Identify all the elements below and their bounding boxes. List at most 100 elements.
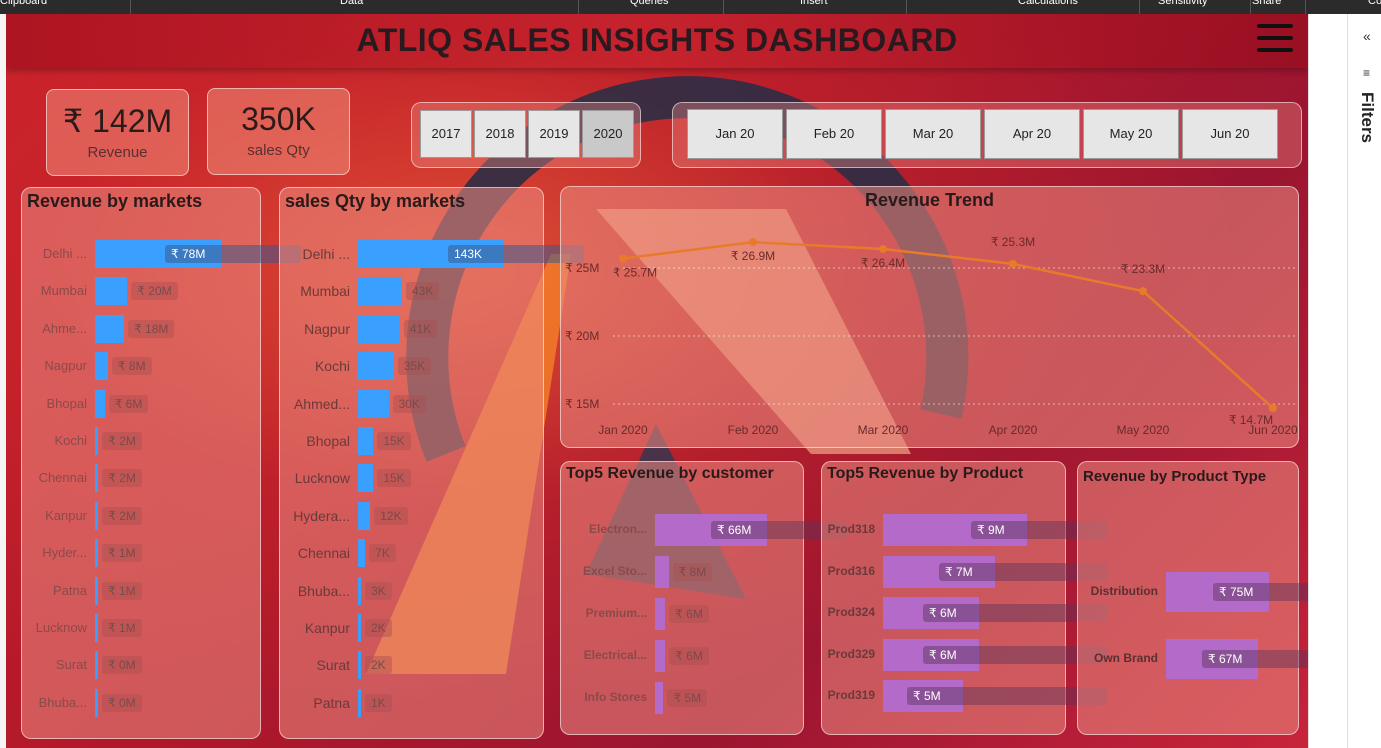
qty-by-markets-title: sales Qty by markets: [285, 191, 466, 211]
bar-row: Nagpur ₹ 8M: [22, 352, 301, 381]
bar-category-label: Patna: [53, 582, 87, 598]
double-chevron-left-icon[interactable]: «: [1363, 28, 1371, 44]
bar-mark[interactable]: [358, 389, 389, 418]
ribbon-group-4[interactable]: Calculations: [1018, 0, 1078, 8]
bar-mark[interactable]: [95, 688, 98, 717]
bar-mark[interactable]: [358, 614, 361, 642]
bar-row: Prod316 ₹ 7M: [822, 555, 1107, 588]
filters-pane: « ≡ Filters: [1308, 14, 1381, 748]
month-button-1[interactable]: Feb 20: [786, 109, 882, 159]
year-button-2017[interactable]: 2017: [420, 110, 472, 158]
bar-mark[interactable]: [358, 427, 374, 455]
bar-mark[interactable]: [655, 598, 666, 630]
ribbon-group-3[interactable]: Insert: [800, 0, 828, 8]
ribbon-group-6[interactable]: Share: [1252, 0, 1281, 8]
year-button-2018[interactable]: 2018: [474, 110, 526, 158]
trend-point-label: ₹ 23.3M: [1121, 262, 1165, 276]
bar-data-label: 2K: [365, 619, 392, 637]
bar-data-label: ₹ 0M: [102, 693, 142, 712]
month-button-2[interactable]: Mar 20: [885, 109, 981, 159]
revenue-trend-line: [622, 240, 1274, 410]
bar-category-label: Nagpur: [44, 358, 87, 374]
bar-mark[interactable]: [95, 389, 105, 418]
ribbon-separator: [578, 0, 579, 14]
bar-mark[interactable]: [95, 501, 99, 530]
bar-row: Electrical... ₹ 6M: [561, 640, 847, 672]
sales-qty-kpi-label: sales Qty: [247, 142, 310, 159]
top5-customer-title: Top5 Revenue by customer: [566, 465, 774, 482]
bar-row: Own Brand ₹ 67M: [1078, 639, 1308, 679]
bar-mark[interactable]: [358, 651, 361, 680]
month-button-0[interactable]: Jan 20: [687, 109, 783, 159]
bar-mark[interactable]: [358, 277, 402, 306]
bar-category-label: Prod329: [827, 646, 875, 661]
ribbon-group-5[interactable]: Sensitivity: [1158, 0, 1208, 8]
trend-point-label: ₹ 14.7M: [1229, 413, 1273, 427]
year-button-2020[interactable]: 2020: [582, 110, 634, 158]
bar-mark[interactable]: [95, 651, 98, 680]
bar-category-label: Delhi ...: [302, 246, 350, 262]
bar-category-label: Hydera...: [293, 507, 350, 524]
revenue-by-markets-title: Revenue by markets: [27, 191, 203, 211]
trend-point: [1269, 404, 1277, 413]
y-tick-label: ₹ 15M: [565, 397, 599, 411]
bar-category-label: Excel Sto...: [582, 564, 647, 578]
month-button-3[interactable]: Apr 20: [984, 109, 1080, 159]
ribbon-group-0[interactable]: Clipboard: [0, 0, 47, 8]
bar-mark[interactable]: [358, 501, 371, 530]
ribbon-separator: [1305, 0, 1306, 14]
y-tick-label: ₹ 25M: [565, 261, 599, 275]
filters-divider: [1347, 14, 1348, 748]
ribbon-group-1[interactable]: Data: [340, 0, 363, 8]
ribbon-group-7[interactable]: Co: [1368, 0, 1381, 8]
bar-mark[interactable]: [95, 614, 98, 642]
bar-mark[interactable]: [358, 539, 366, 568]
bar-mark[interactable]: [655, 682, 664, 714]
x-tick-label: Jan 2020: [598, 423, 648, 437]
year-button-2019[interactable]: 2019: [528, 110, 580, 158]
bar-category-label: Lucknow: [35, 620, 87, 635]
bar-data-label: 15K: [377, 432, 411, 450]
bar-category-label: Ahmed...: [293, 395, 350, 412]
revenue-by-markets-panel: Revenue by markets Delhi ... ₹ 78M Mumbai ₹…: [21, 187, 301, 739]
month-button-4[interactable]: May 20: [1083, 109, 1179, 159]
bar-mark[interactable]: [358, 464, 374, 493]
bar-category-label: Kochi: [314, 358, 350, 375]
month-button-5[interactable]: Jun 20: [1182, 109, 1278, 159]
trend-point-label: ₹ 25.3M: [991, 235, 1035, 249]
bar-mark[interactable]: [358, 352, 394, 381]
hamburger-menu-icon[interactable]: [1257, 24, 1293, 54]
bar-mark[interactable]: [655, 640, 666, 672]
ribbon-group-2[interactable]: Queries: [630, 0, 669, 8]
bar-data-label: ₹ 1M: [102, 581, 142, 600]
bar-row: Bhopal 15K: [280, 427, 584, 455]
bar-data-label: ₹ 0M: [102, 656, 142, 675]
bar-mark[interactable]: [95, 539, 98, 568]
bar-mark[interactable]: [95, 464, 99, 493]
bar-mark[interactable]: [95, 427, 99, 455]
bar-category-label: Prod316: [827, 563, 875, 578]
bar-row: Lucknow 15K: [280, 464, 584, 493]
revenue-kpi-card: ₹ 142M Revenue: [46, 89, 189, 176]
bar-row: Kanpur ₹ 2M: [22, 501, 301, 530]
bar-mark[interactable]: [358, 576, 362, 605]
bar-category-label: Hyder...: [42, 545, 87, 561]
bar-category-label: Electrical...: [583, 648, 647, 662]
bar-mark[interactable]: [655, 556, 669, 588]
bar-category-label: Bhuba...: [38, 694, 87, 710]
bar-mark[interactable]: [95, 277, 128, 306]
top5-product-panel: Top5 Revenue by Product Prod318 ₹ 9M Prod3…: [821, 461, 1107, 735]
bar-data-label: 43K: [405, 282, 440, 301]
bar-data-label: ₹ 67M: [1202, 650, 1308, 668]
top5-customer-panel: Top5 Revenue by customer Electron... ₹ 66…: [560, 461, 847, 735]
bar-row: Ahmed... 30K: [280, 389, 584, 418]
bar-mark[interactable]: [95, 314, 125, 343]
bar-category-label: Own Brand: [1093, 651, 1158, 665]
bar-mark[interactable]: [95, 352, 108, 381]
bar-mark[interactable]: [358, 314, 400, 343]
bar-mark[interactable]: [358, 688, 361, 717]
bar-row: Kochi 35K: [280, 352, 584, 381]
bar-mark[interactable]: [95, 576, 98, 605]
bar-row: Excel Sto... ₹ 8M: [561, 556, 847, 588]
filters-label[interactable]: Filters: [1357, 92, 1377, 143]
